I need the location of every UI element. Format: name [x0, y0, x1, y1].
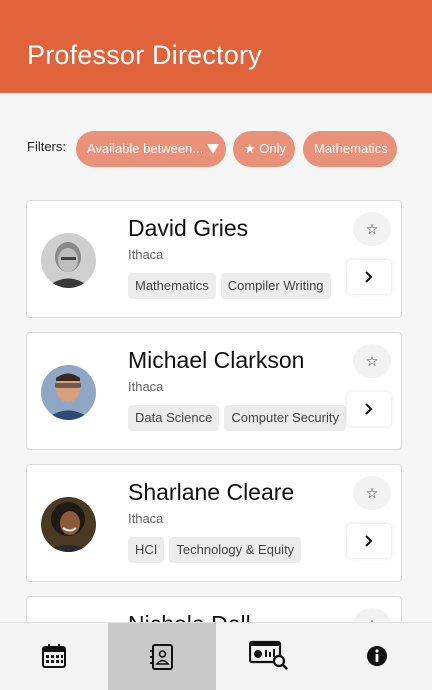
professor-name: Michael Clarkson: [128, 347, 305, 373]
filter-chip-starred-label: ★ Only: [244, 141, 286, 156]
open-profile-button[interactable]: [347, 392, 391, 426]
star-icon: ☆: [365, 221, 379, 237]
open-profile-button[interactable]: [347, 260, 391, 294]
favorite-button[interactable]: ☆: [353, 476, 391, 510]
professor-name: David Gries: [128, 215, 249, 241]
filter-chip-starred[interactable]: ★ Only: [233, 131, 295, 167]
tag: Technology & Equity: [169, 537, 302, 563]
chevron-right-icon: [365, 271, 373, 283]
filter-chip-availability[interactable]: Available between...: [76, 131, 226, 167]
favorite-button[interactable]: ☆: [353, 608, 391, 622]
tag: Computer Security: [224, 405, 346, 431]
professor-location: Ithaca: [128, 511, 164, 526]
filters-label: Filters:: [27, 139, 66, 154]
tag-list: HCI Technology & Equity: [128, 537, 350, 563]
tag-list: Mathematics Compiler Writing: [128, 273, 350, 299]
dashboard-search-icon: [249, 640, 288, 670]
professor-name: Nichola Dell: [128, 611, 251, 622]
info-icon: [367, 646, 387, 666]
contacts-book-icon: [150, 644, 173, 670]
star-icon: ☆: [365, 485, 379, 501]
professor-location: Ithaca: [128, 247, 164, 262]
professor-card[interactable]: Michael Clarkson Ithaca Data Science Comp…: [26, 332, 402, 450]
filter-chip-mathematics-label: Mathematics: [314, 141, 388, 156]
favorite-button[interactable]: ☆: [353, 212, 391, 246]
avatar: [41, 497, 96, 552]
nav-directory[interactable]: [108, 623, 216, 690]
professor-name: Sharlane Cleare: [128, 479, 295, 505]
professor-card[interactable]: David Gries Ithaca Mathematics Compiler W…: [26, 200, 402, 318]
chevron-right-icon: [365, 535, 373, 547]
tag: Compiler Writing: [220, 273, 331, 299]
tag: Data Science: [128, 405, 220, 431]
star-icon: ☆: [365, 353, 379, 369]
nav-info[interactable]: [324, 623, 432, 690]
nav-dashboard[interactable]: [216, 623, 324, 690]
tag: HCI: [128, 537, 165, 563]
open-profile-button[interactable]: [347, 524, 391, 558]
professor-list[interactable]: David Gries Ithaca Mathematics Compiler W…: [0, 180, 432, 622]
filter-chip-mathematics[interactable]: Mathematics: [303, 131, 397, 167]
avatar: [41, 365, 96, 420]
chevron-right-icon: [365, 403, 373, 415]
bottom-nav: [0, 622, 432, 690]
nav-calendar[interactable]: [0, 623, 108, 690]
favorite-button[interactable]: ☆: [353, 344, 391, 378]
dropdown-triangle-icon: [207, 144, 220, 154]
professor-card[interactable]: Sharlane Cleare Ithaca HCI Technology & E…: [26, 464, 402, 582]
avatar: [41, 233, 96, 288]
professor-location: Ithaca: [128, 379, 164, 394]
calendar-icon: [42, 644, 66, 668]
filter-chip-availability-label: Available between...: [87, 141, 204, 156]
professor-card[interactable]: Nichola Dell ☆: [26, 596, 402, 622]
tag-list: Data Science Computer Security: [128, 405, 350, 431]
filter-bar: Filters: Available between... ★ Only Mat…: [0, 131, 432, 167]
tag: Mathematics: [128, 273, 216, 299]
page-title: Professor Directory: [27, 40, 262, 70]
app-header: Professor Directory: [0, 0, 432, 93]
